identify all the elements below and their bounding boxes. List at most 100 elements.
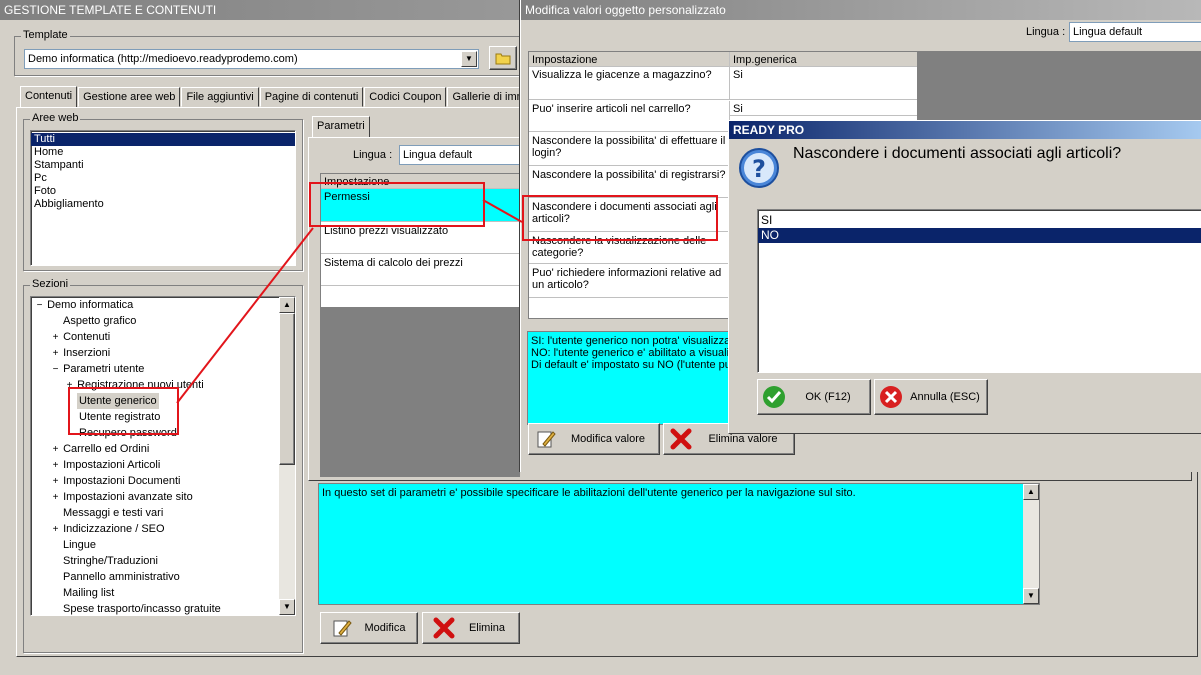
open-folder-button[interactable]	[489, 46, 517, 70]
tree-item[interactable]: Lingue	[63, 537, 96, 553]
ok-label: OK (F12)	[805, 391, 851, 403]
tab-contenuti[interactable]: Contenuti	[20, 86, 78, 108]
modifica-valore-button[interactable]: Modifica valore	[528, 423, 660, 455]
collapse-icon[interactable]: −	[35, 298, 44, 314]
check-icon	[763, 386, 785, 408]
scroll-up-icon[interactable]: ▲	[1023, 484, 1039, 500]
tree-item[interactable]: + Impostazioni Documenti	[51, 473, 181, 490]
option-si[interactable]: SI	[758, 213, 1201, 228]
modifica-button[interactable]: Modifica	[320, 612, 418, 644]
aree-web-list[interactable]: Tutti Home Stampanti Pc Foto Abbigliamen…	[30, 130, 296, 266]
lingua-select[interactable]: Lingua default	[399, 145, 522, 165]
tree-item[interactable]: + Indicizzazione / SEO	[51, 521, 165, 537]
tab-gestione-aree-web[interactable]: Gestione aree web	[78, 87, 181, 107]
tree-item[interactable]: Messaggi e testi vari	[63, 505, 163, 521]
edit-icon	[333, 620, 352, 637]
modifica-valore-label: Modifica valore	[571, 433, 645, 445]
template-group-label: Template	[21, 29, 70, 41]
custom-lingua-select[interactable]: Lingua default	[1069, 22, 1201, 42]
grid-row-value[interactable]: Si	[730, 67, 917, 100]
scroll-down-icon[interactable]: ▼	[1023, 588, 1039, 604]
template-group: Template Demo informatica (http://medioe…	[14, 29, 521, 76]
dialog-question: Nascondere i documenti associati agli ar…	[793, 145, 1122, 162]
list-item[interactable]: Pc	[31, 172, 295, 185]
list-item[interactable]: Tutti	[31, 133, 295, 146]
chevron-down-icon[interactable]: ▼	[461, 51, 477, 67]
elimina-label: Elimina	[468, 622, 506, 634]
custom-lingua-label: Lingua :	[1026, 26, 1066, 38]
sezioni-group: Sezioni − Demo informatica Aspetto grafi…	[23, 278, 303, 653]
grid-empty-area	[320, 307, 520, 477]
tree-item[interactable]: Pannello amministrativo	[63, 569, 180, 585]
aree-web-group: Aree web Tutti Home Stampanti Pc Foto Ab…	[23, 112, 303, 271]
annotation-box-permessi	[309, 182, 485, 227]
grid-row-setting[interactable]: Puo' inserire articoli nel carrello?	[529, 101, 730, 132]
tree-item[interactable]: Aspetto grafico	[63, 313, 136, 329]
sezioni-tree[interactable]: − Demo informatica Aspetto grafico + Con…	[30, 296, 296, 616]
tree-item[interactable]: + Impostazioni avanzate sito	[51, 489, 193, 505]
col-impostazione: Impostazione	[529, 52, 730, 67]
grid-row[interactable]: Sistema di calcolo dei prezzi	[321, 255, 522, 286]
cancel-label: Annulla (ESC)	[910, 391, 980, 403]
custom-window-title: Modifica valori oggetto personalizzato	[521, 0, 1201, 20]
cancel-icon	[880, 386, 902, 408]
grid-row[interactable]: Listino prezzi visualizzato	[321, 223, 522, 254]
tab-file-aggiuntivi[interactable]: File aggiuntivi	[181, 87, 259, 107]
tree-item[interactable]: + Inserzioni	[51, 345, 111, 362]
cancel-button[interactable]: Annulla (ESC)	[874, 379, 988, 415]
template-select[interactable]: Demo informatica (http://medioevo.readyp…	[24, 49, 479, 69]
description-text: In questo set di parametri e' possibile …	[322, 487, 856, 499]
tab-gallerie[interactable]: Gallerie di imm	[447, 87, 531, 107]
expand-icon[interactable]: +	[51, 490, 60, 506]
tab-pagine-di-contenuti[interactable]: Pagine di contenuti	[259, 87, 364, 107]
tree-item[interactable]: + Contenuti	[51, 329, 111, 346]
tree-item[interactable]: + Impostazioni Articoli	[51, 457, 161, 474]
option-no[interactable]: NO	[758, 228, 1201, 243]
expand-icon[interactable]: +	[51, 346, 60, 362]
tree-item[interactable]: Stringhe/Traduzioni	[63, 553, 158, 569]
custom-lingua-value: Lingua default	[1073, 26, 1143, 38]
lingua-label: Lingua :	[353, 149, 393, 161]
main-tabs: Contenuti Gestione aree web File aggiunt…	[20, 86, 532, 108]
expand-icon[interactable]: +	[51, 442, 60, 458]
grid-row-value[interactable]: Si	[730, 101, 917, 116]
lingua-select-value: Lingua default	[403, 149, 473, 161]
grid-row-setting[interactable]: Visualizza le giacenze a magazzino?	[529, 67, 730, 100]
tab-codici-coupon[interactable]: Codici Coupon	[364, 87, 447, 107]
description-scrollbar[interactable]: ▲ ▼	[1023, 484, 1039, 604]
tab-parametri[interactable]: Parametri	[312, 116, 370, 138]
expand-icon[interactable]: +	[51, 458, 60, 474]
annotation-box-tree	[68, 387, 179, 435]
list-item[interactable]: Abbigliamento	[31, 198, 295, 211]
dialog-options-list[interactable]: SI NO	[757, 209, 1201, 373]
tree-scrollbar[interactable]: ▲ ▼	[279, 297, 295, 615]
grid-row-setting[interactable]: Puo' richiedere informazioni relative ad…	[529, 265, 730, 298]
expand-icon[interactable]: +	[51, 474, 60, 490]
tree-item[interactable]: − Demo informatica	[35, 297, 134, 314]
tree-item[interactable]: Spese trasporto/incasso gratuite	[63, 601, 221, 615]
list-item[interactable]: Home	[31, 146, 295, 159]
svg-text:?: ?	[752, 155, 766, 183]
list-item[interactable]: Foto	[31, 185, 295, 198]
scroll-up-icon[interactable]: ▲	[279, 297, 295, 313]
scroll-down-icon[interactable]: ▼	[279, 599, 295, 615]
parametri-tabs: Parametri	[312, 116, 371, 138]
tree-item[interactable]: − Parametri utente	[51, 361, 145, 378]
folder-icon	[495, 53, 511, 65]
grid-row-setting[interactable]: Nascondere la possibilita' di registrars…	[529, 167, 730, 198]
elimina-button[interactable]: Elimina	[422, 612, 520, 644]
col-imp-generica: Imp.generica	[730, 52, 917, 67]
list-item[interactable]: Stampanti	[31, 159, 295, 172]
grid-row-setting[interactable]: Nascondere la possibilita' di effettuare…	[529, 133, 730, 166]
description-memo[interactable]: In questo set di parametri e' possibile …	[318, 483, 1040, 605]
annotation-box-row	[522, 195, 718, 241]
ready-pro-dialog: READY PRO ? Nascondere i documenti assoc…	[728, 120, 1201, 434]
ok-button[interactable]: OK (F12)	[757, 379, 871, 415]
scrollbar-thumb[interactable]	[279, 313, 295, 465]
tree-item[interactable]: Mailing list	[63, 585, 114, 601]
template-select-value: Demo informatica (http://medioevo.readyp…	[28, 53, 298, 65]
collapse-icon[interactable]: −	[51, 362, 60, 378]
expand-icon[interactable]: +	[51, 522, 60, 538]
expand-icon[interactable]: +	[51, 330, 60, 346]
tree-item[interactable]: + Carrello ed Ordini	[51, 441, 150, 458]
